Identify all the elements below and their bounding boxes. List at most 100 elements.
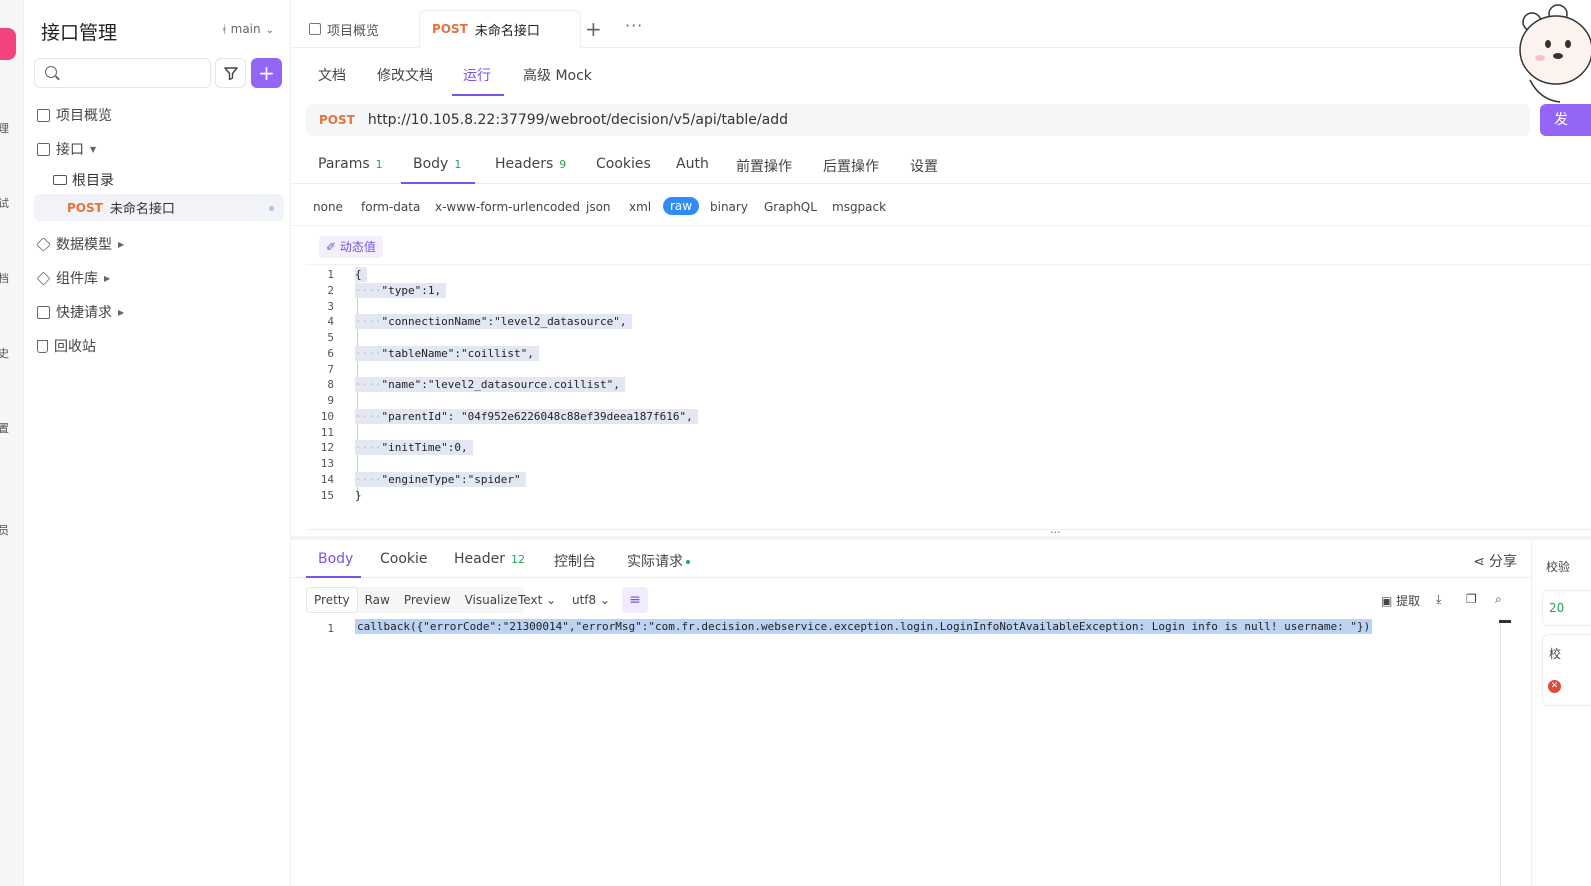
add-button[interactable]: + bbox=[251, 58, 282, 88]
new-tab-button[interactable]: + bbox=[585, 17, 602, 41]
app-window: 理 试 档 史 置 员 接口管理 ᚼmain ⌄ + 项目概览 接口 ▼ bbox=[0, 0, 1591, 886]
validation-card: 校 bbox=[1542, 634, 1591, 706]
line-number: 2 bbox=[327, 284, 334, 297]
copy-icon[interactable]: ❐ bbox=[1466, 592, 1477, 606]
body-type-raw[interactable]: raw bbox=[663, 197, 700, 215]
format-dropdown[interactable]: Text ⌄ bbox=[518, 593, 556, 607]
tab-post-ops[interactable]: 后置操作 bbox=[823, 156, 879, 176]
url-input[interactable]: http://10.105.8.22:37799/webroot/decisio… bbox=[368, 112, 788, 128]
mascot-decoration: 中 🐻 bbox=[1510, 0, 1591, 104]
body-type-binary[interactable]: binary bbox=[710, 200, 748, 214]
more-tabs-button[interactable]: ··· bbox=[625, 16, 643, 35]
code-line: ····"engineType":"spider" bbox=[355, 472, 526, 487]
active-tab-indicator bbox=[401, 182, 475, 184]
body-type-form-data[interactable]: form-data bbox=[361, 200, 420, 214]
share-button[interactable]: ⋖ 分享 bbox=[1473, 551, 1517, 571]
status-card: 20 bbox=[1542, 590, 1591, 626]
app-logo[interactable] bbox=[0, 28, 16, 60]
body-type-xml[interactable]: xml bbox=[629, 200, 651, 214]
body-type-none[interactable]: none bbox=[313, 200, 343, 214]
line-number: 13 bbox=[320, 457, 334, 470]
rail-item-members[interactable]: 员 bbox=[0, 522, 12, 538]
search-icon bbox=[45, 66, 57, 78]
sidebar-item-overview[interactable]: 项目概览 bbox=[34, 98, 284, 132]
sidebar-item-apis[interactable]: 接口 ▼ bbox=[34, 132, 284, 166]
tab-console[interactable]: 控制台 bbox=[554, 551, 596, 571]
caret-right-icon[interactable]: ▶ bbox=[118, 240, 124, 249]
extract-button[interactable]: ▣ 提取 bbox=[1381, 592, 1420, 609]
wrap-icon: ≡ bbox=[629, 592, 641, 608]
view-raw[interactable]: Raw bbox=[358, 587, 397, 613]
subnav-edit-doc[interactable]: 修改文档 bbox=[377, 65, 433, 85]
send-button[interactable]: 发 bbox=[1540, 104, 1591, 136]
body-type-json[interactable]: json bbox=[586, 200, 611, 214]
sidebar-item-trash[interactable]: 回收站 bbox=[34, 329, 284, 363]
body-type-msgpack[interactable]: msgpack bbox=[832, 200, 886, 214]
sidebar-item-models[interactable]: 数据模型 ▶ bbox=[34, 227, 284, 261]
error-icon: ✕ bbox=[1548, 680, 1561, 693]
request-body-editor[interactable]: 1 2 3 4 5 6 7 8 9 10 11 12 13 14 15 { ··… bbox=[306, 264, 1591, 530]
rail-item-manage[interactable]: 理 bbox=[0, 120, 12, 136]
url-bar[interactable]: POST http://10.105.8.22:37799/webroot/de… bbox=[306, 104, 1530, 136]
tab-body[interactable]: Body 1 bbox=[413, 156, 461, 172]
api-item-selected[interactable]: POST 未命名接口 bbox=[34, 194, 284, 221]
download-icon[interactable]: ⤓ bbox=[1436, 592, 1441, 607]
line-number: 10 bbox=[320, 410, 334, 423]
tab-auth[interactable]: Auth bbox=[676, 156, 709, 172]
dynamic-value-button[interactable]: ✐ 动态值 bbox=[319, 236, 383, 258]
api-name: 未命名接口 bbox=[109, 202, 175, 217]
tab-label: 实际请求 bbox=[627, 554, 683, 570]
method-selector[interactable]: POST bbox=[319, 113, 355, 127]
sidebar-item-components[interactable]: 组件库 ▶ bbox=[34, 261, 284, 295]
view-visualize[interactable]: Visualize bbox=[458, 587, 525, 613]
caret-right-icon[interactable]: ▶ bbox=[118, 308, 124, 317]
validation-label: 校 bbox=[1549, 647, 1562, 661]
body-type-graphql[interactable]: GraphQL bbox=[764, 200, 817, 214]
search-input[interactable] bbox=[63, 63, 203, 83]
tab-headers[interactable]: Headers 9 bbox=[495, 156, 566, 172]
tab-cookies[interactable]: Cookies bbox=[596, 156, 651, 172]
filter-button[interactable] bbox=[215, 58, 246, 88]
pane-splitter[interactable]: ··· bbox=[291, 526, 1591, 540]
tab-params[interactable]: Params 1 bbox=[318, 156, 383, 172]
code-text: "connectionName":"level2_datasource", bbox=[381, 315, 627, 328]
folder-root[interactable]: 根目录 bbox=[34, 166, 284, 194]
subnav-mock[interactable]: 高级 Mock bbox=[523, 65, 592, 85]
word-wrap-button[interactable]: ≡ bbox=[622, 587, 648, 613]
encoding-dropdown[interactable]: utf8 ⌄ bbox=[572, 593, 610, 607]
tab-settings[interactable]: 设置 bbox=[910, 156, 938, 176]
sidebar-item-quick-request[interactable]: 快捷请求 ▶ bbox=[34, 295, 284, 329]
view-preview[interactable]: Preview bbox=[397, 587, 458, 613]
search-icon[interactable]: ⌕ bbox=[1495, 592, 1502, 607]
status-code: 20 bbox=[1549, 601, 1565, 615]
rail-item-test[interactable]: 试 bbox=[0, 195, 12, 211]
tab-pre-ops[interactable]: 前置操作 bbox=[736, 156, 792, 176]
branch-selector[interactable]: ᚼ main ⌄ bbox=[221, 22, 274, 36]
tab-res-cookie[interactable]: Cookie bbox=[380, 551, 428, 567]
dynamic-value-label: 动态值 bbox=[339, 240, 376, 254]
caret-right-icon[interactable]: ▶ bbox=[104, 274, 110, 283]
layers-icon bbox=[36, 271, 51, 285]
code-line: ····"initTime":0, bbox=[355, 440, 473, 455]
tab-res-header[interactable]: Header 12 bbox=[454, 551, 525, 567]
rail-item-history[interactable]: 史 bbox=[0, 345, 12, 361]
scrollbar-thumb[interactable] bbox=[1499, 620, 1511, 623]
tab-res-body[interactable]: Body bbox=[318, 551, 353, 567]
response-body-viewer[interactable]: 1 callback({"errorCode":"21300014","erro… bbox=[306, 618, 1511, 886]
tab-label: Body bbox=[413, 156, 449, 172]
folder-label: 根目录 bbox=[72, 173, 114, 189]
tab-actual-request[interactable]: 实际请求 bbox=[627, 551, 690, 571]
rail-item-doc[interactable]: 档 bbox=[0, 270, 12, 286]
status-dot-icon bbox=[686, 560, 690, 564]
tab-untitled-api[interactable]: POST 未命名接口 bbox=[419, 10, 581, 48]
subnav-run[interactable]: 运行 bbox=[463, 65, 491, 85]
caret-down-icon[interactable]: ▼ bbox=[90, 145, 96, 154]
rail-item-settings[interactable]: 置 bbox=[0, 420, 12, 436]
subnav-doc[interactable]: 文档 bbox=[318, 65, 346, 85]
tab-project-overview[interactable]: 项目概览 bbox=[309, 10, 379, 48]
body-type-urlencoded[interactable]: x-www-form-urlencoded bbox=[435, 200, 580, 214]
view-pretty[interactable]: Pretty bbox=[306, 587, 358, 613]
api-icon bbox=[37, 142, 50, 156]
sidebar-search[interactable] bbox=[34, 58, 211, 88]
code-line: ····"parentId": "04f952e6226048c88ef39de… bbox=[355, 409, 698, 424]
